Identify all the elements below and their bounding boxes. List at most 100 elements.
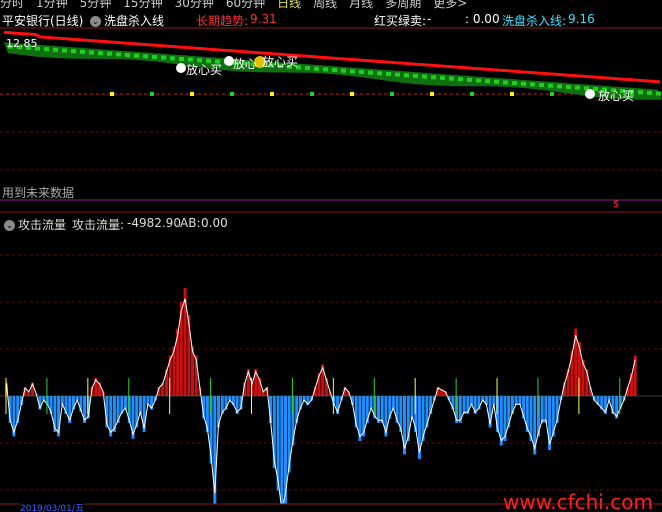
candle-mark xyxy=(170,56,175,61)
chart-canvas[interactable] xyxy=(0,0,662,512)
signal-dot xyxy=(270,92,274,96)
cloud-icon xyxy=(585,89,595,99)
candle-mark xyxy=(305,66,310,71)
candle-mark xyxy=(521,81,526,86)
ab-label: AB: xyxy=(180,216,201,230)
candle-mark xyxy=(413,73,418,78)
candle-mark xyxy=(377,71,382,76)
candle-mark xyxy=(53,47,58,52)
wash-line-value: 9.16 xyxy=(568,12,595,26)
main-panel-header: 平安银行(日线) ⌄ 洗盘杀入线 长期趋势: 9.31 红买绿卖: - : 0.0… xyxy=(0,10,662,28)
signal-dot xyxy=(550,92,554,96)
sub-indicator-selector[interactable]: ⌄ 攻击流量 xyxy=(4,216,66,233)
signal-dot xyxy=(310,92,314,96)
signal-dot xyxy=(190,92,194,96)
candle-mark xyxy=(647,90,652,95)
signal-dot xyxy=(470,92,474,96)
value-b: : 0.00 xyxy=(465,12,500,26)
candle-mark xyxy=(503,80,508,85)
flow-bar xyxy=(462,396,466,414)
flow-bar xyxy=(492,396,496,405)
future-data-note: 用到未来数据 xyxy=(2,186,75,200)
dollar-marker: $ xyxy=(613,199,620,210)
candle-mark xyxy=(44,47,49,52)
candle-mark xyxy=(458,77,463,82)
long-trend-label: 长期趋势: xyxy=(196,14,249,28)
candle-mark xyxy=(530,82,535,87)
cloud-icon xyxy=(176,63,186,73)
candle-mark xyxy=(485,79,490,84)
sub-panel-title: 攻击流量 xyxy=(18,218,67,232)
flow-bar xyxy=(380,396,384,423)
candle-mark xyxy=(422,74,427,79)
red-buy-green-sell-label: 红买绿卖: xyxy=(374,14,427,28)
candle-mark xyxy=(179,56,184,61)
candle-mark xyxy=(467,77,472,82)
ab-value: 0.00 xyxy=(201,216,228,230)
flow-bar xyxy=(570,351,574,396)
signal-dot xyxy=(390,92,394,96)
candle-mark xyxy=(512,81,517,86)
candle-mark xyxy=(395,72,400,77)
signal-dot xyxy=(110,92,114,96)
dropdown-circle-icon[interactable]: ⌄ xyxy=(90,16,101,27)
candle-mark xyxy=(341,68,346,73)
candle-mark xyxy=(548,83,553,88)
high-price-marker: 12.85 xyxy=(6,37,38,50)
candle-mark xyxy=(98,51,103,56)
attack-flow-value: -4982.90 xyxy=(127,216,181,230)
candle-mark xyxy=(557,84,562,89)
candle-mark xyxy=(116,52,121,57)
candle-mark xyxy=(89,50,94,55)
candle-mark xyxy=(80,49,85,54)
candle-mark xyxy=(143,54,148,59)
stock-chart-window: 分时 1分钟 5分钟 15分钟 30分钟 60分钟 日线 周线 月线 多周期 更多> 平安银行(日线… xyxy=(0,0,662,512)
dropdown-circle-icon[interactable]: ⌄ xyxy=(4,220,15,231)
watermark: www.cfchi.com xyxy=(503,490,653,512)
candle-mark xyxy=(359,70,364,75)
attack-flow-label: 攻击流量: xyxy=(72,218,125,232)
long-trend-value: 9.31 xyxy=(250,12,277,26)
candle-mark xyxy=(152,55,157,60)
candle-mark xyxy=(125,53,130,58)
candle-mark xyxy=(314,66,319,71)
candle-mark xyxy=(323,67,328,72)
candle-mark xyxy=(566,85,571,90)
stock-title: 平安银行(日线) xyxy=(2,14,84,28)
candle-mark xyxy=(386,71,391,76)
indicator-selector[interactable]: ⌄ 洗盘杀入线 xyxy=(90,12,164,29)
buy-signal: 放心买 xyxy=(186,63,223,77)
candle-mark xyxy=(404,73,409,78)
candle-mark xyxy=(350,69,355,74)
candle-mark xyxy=(368,70,373,75)
red-buy-green-sell-value: - xyxy=(427,12,432,26)
signal-dot xyxy=(430,92,434,96)
candle-mark xyxy=(638,90,643,95)
candle-mark xyxy=(431,75,436,80)
buy-signal: 放心 xyxy=(233,57,258,71)
signal-dot xyxy=(230,92,234,96)
indicator-name: 洗盘杀入线 xyxy=(104,14,165,28)
candle-mark xyxy=(332,68,337,73)
candle-mark xyxy=(440,75,445,80)
candle-mark xyxy=(71,49,76,54)
candle-mark xyxy=(539,83,544,88)
candle-mark xyxy=(62,48,67,53)
candle-mark xyxy=(107,51,112,56)
buy-signal: 放心买 xyxy=(262,55,299,69)
flow-bar xyxy=(187,315,191,396)
flow-bar xyxy=(280,396,284,512)
sub-panel-header: ⌄ 攻击流量 攻击流量: -4982.90 AB: 0.00 xyxy=(0,214,662,232)
candle-mark xyxy=(494,79,499,84)
signal-dot xyxy=(350,92,354,96)
signal-dot xyxy=(510,92,514,96)
candle-mark xyxy=(134,53,139,58)
candle-mark xyxy=(656,91,661,96)
flow-bar xyxy=(540,396,544,423)
candle-mark xyxy=(449,76,454,81)
flow-bar xyxy=(410,396,414,419)
candle-mark xyxy=(575,85,580,90)
date-label: 2019/03/01/五 xyxy=(20,501,84,512)
buy-signal: 放心买 xyxy=(598,89,635,103)
signal-dot xyxy=(150,92,154,96)
